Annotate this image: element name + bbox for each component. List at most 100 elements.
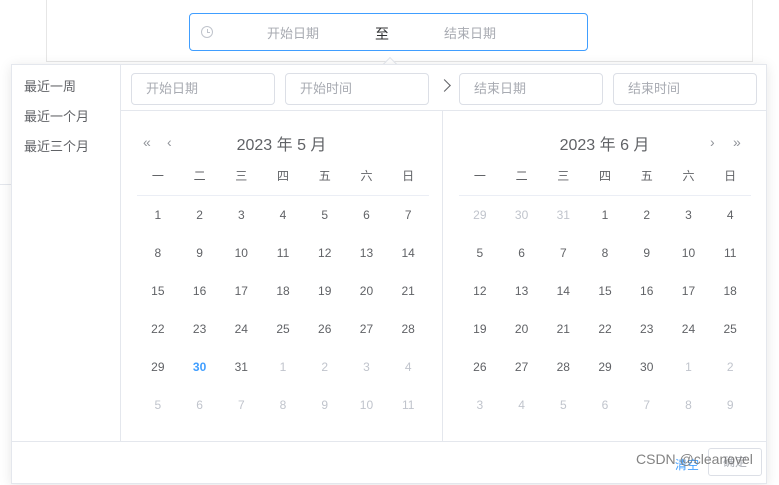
weekday-label: 一 <box>151 169 164 183</box>
date-cell[interactable]: 31 <box>542 196 584 234</box>
shortcut-last-month[interactable]: 最近一个月 <box>12 107 120 137</box>
date-row: 12 13 14 15 16 17 18 <box>459 272 751 310</box>
date-cell[interactable]: 4 <box>501 386 543 424</box>
date-cell[interactable]: 2 <box>626 196 668 234</box>
date-cell[interactable]: 16 <box>179 272 221 310</box>
weekday-header: 一 二 三 四 五 六 日 <box>137 167 429 196</box>
date-cell[interactable]: 3 <box>220 196 262 234</box>
date-cell[interactable]: 21 <box>387 272 429 310</box>
date-cell[interactable]: 9 <box>709 386 751 424</box>
weekday-label: 四 <box>599 169 612 183</box>
start-time-input[interactable]: 开始时间 <box>285 73 429 105</box>
date-cell[interactable]: 9 <box>626 234 668 272</box>
date-cell[interactable]: 19 <box>304 272 346 310</box>
date-cell[interactable]: 10 <box>220 234 262 272</box>
date-cell[interactable]: 11 <box>387 386 429 424</box>
date-cell[interactable]: 21 <box>542 310 584 348</box>
date-cell[interactable]: 10 <box>668 234 710 272</box>
date-cell[interactable]: 13 <box>346 234 388 272</box>
date-cell[interactable]: 24 <box>668 310 710 348</box>
date-cell[interactable]: 28 <box>387 310 429 348</box>
date-cell[interactable]: 22 <box>137 310 179 348</box>
date-cell[interactable]: 2 <box>709 348 751 386</box>
date-cell[interactable]: 5 <box>137 386 179 424</box>
date-cell[interactable]: 2 <box>304 348 346 386</box>
date-cell[interactable]: 24 <box>220 310 262 348</box>
date-cell[interactable]: 10 <box>346 386 388 424</box>
date-cell[interactable]: 1 <box>137 196 179 234</box>
date-cell[interactable]: 27 <box>346 310 388 348</box>
date-cell[interactable]: 4 <box>709 196 751 234</box>
date-cell[interactable]: 14 <box>387 234 429 272</box>
date-cell[interactable]: 4 <box>262 196 304 234</box>
date-picker-panel: 最近一周 最近一个月 最近三个月 开始日期 开始时间 结束日期 结束时间 « ‹… <box>11 64 767 484</box>
date-cell[interactable]: 16 <box>626 272 668 310</box>
date-cell[interactable]: 28 <box>542 348 584 386</box>
date-cell[interactable]: 29 <box>137 348 179 386</box>
date-cell-today[interactable]: 30 <box>179 348 221 386</box>
range-start-input[interactable]: 开始日期 <box>238 23 348 42</box>
date-cell[interactable]: 20 <box>501 310 543 348</box>
date-cell[interactable]: 26 <box>304 310 346 348</box>
date-cell[interactable]: 7 <box>626 386 668 424</box>
calendar-left: « ‹ 2023 年 5 月 一 二 三 四 五 六 日 1 2 3 4 5 6 7 8 9 10… <box>121 111 443 441</box>
start-date-input[interactable]: 开始日期 <box>131 73 275 105</box>
date-cell[interactable]: 5 <box>542 386 584 424</box>
date-cell[interactable]: 8 <box>668 386 710 424</box>
shortcut-last-week[interactable]: 最近一周 <box>12 77 120 107</box>
date-cell[interactable]: 5 <box>459 234 501 272</box>
date-cell[interactable]: 3 <box>346 348 388 386</box>
date-cell[interactable]: 13 <box>501 272 543 310</box>
date-cell[interactable]: 1 <box>668 348 710 386</box>
end-date-input[interactable]: 结束日期 <box>459 73 603 105</box>
date-cell[interactable]: 14 <box>542 272 584 310</box>
date-cell[interactable]: 7 <box>387 196 429 234</box>
date-cell[interactable]: 27 <box>501 348 543 386</box>
date-cell[interactable]: 25 <box>709 310 751 348</box>
date-cell[interactable]: 18 <box>262 272 304 310</box>
date-cell[interactable]: 12 <box>459 272 501 310</box>
date-cell[interactable]: 8 <box>584 234 626 272</box>
end-time-input[interactable]: 结束时间 <box>613 73 757 105</box>
date-cell[interactable]: 17 <box>668 272 710 310</box>
date-cell[interactable]: 15 <box>584 272 626 310</box>
date-cell[interactable]: 9 <box>179 234 221 272</box>
date-cell[interactable]: 9 <box>304 386 346 424</box>
date-cell[interactable]: 19 <box>459 310 501 348</box>
date-cell[interactable]: 5 <box>304 196 346 234</box>
date-cell[interactable]: 12 <box>304 234 346 272</box>
date-cell[interactable]: 3 <box>459 386 501 424</box>
date-cell[interactable]: 1 <box>262 348 304 386</box>
date-cell[interactable]: 8 <box>262 386 304 424</box>
date-cell[interactable]: 11 <box>262 234 304 272</box>
date-cell[interactable]: 22 <box>584 310 626 348</box>
date-cell[interactable]: 8 <box>137 234 179 272</box>
date-cell[interactable]: 6 <box>584 386 626 424</box>
range-end-input[interactable]: 结束日期 <box>415 23 525 42</box>
date-cell[interactable]: 23 <box>626 310 668 348</box>
date-cell[interactable]: 18 <box>709 272 751 310</box>
date-range-input[interactable]: 开始日期 至 结束日期 <box>189 13 588 51</box>
date-cell[interactable]: 7 <box>542 234 584 272</box>
date-cell[interactable]: 15 <box>137 272 179 310</box>
date-cell[interactable]: 31 <box>220 348 262 386</box>
shortcut-last-three-months[interactable]: 最近三个月 <box>12 137 120 167</box>
date-cell[interactable]: 26 <box>459 348 501 386</box>
date-cell[interactable]: 6 <box>179 386 221 424</box>
date-cell[interactable]: 29 <box>459 196 501 234</box>
date-cell[interactable]: 30 <box>501 196 543 234</box>
date-cell[interactable]: 4 <box>387 348 429 386</box>
date-cell[interactable]: 30 <box>626 348 668 386</box>
date-cell[interactable]: 23 <box>179 310 221 348</box>
date-cell[interactable]: 3 <box>668 196 710 234</box>
date-cell[interactable]: 17 <box>220 272 262 310</box>
date-cell[interactable]: 29 <box>584 348 626 386</box>
date-cell[interactable]: 6 <box>501 234 543 272</box>
date-cell[interactable]: 11 <box>709 234 751 272</box>
date-cell[interactable]: 6 <box>346 196 388 234</box>
date-cell[interactable]: 1 <box>584 196 626 234</box>
date-cell[interactable]: 2 <box>179 196 221 234</box>
date-cell[interactable]: 25 <box>262 310 304 348</box>
date-cell[interactable]: 7 <box>220 386 262 424</box>
date-cell[interactable]: 20 <box>346 272 388 310</box>
